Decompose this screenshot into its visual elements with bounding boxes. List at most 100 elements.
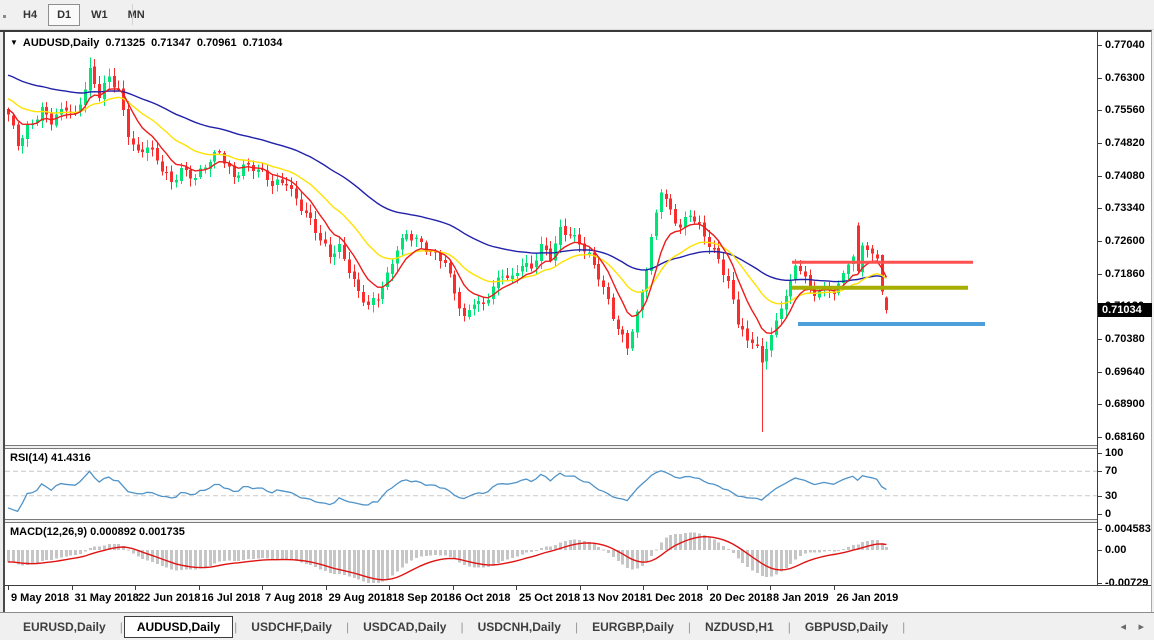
tab-separator: | [788, 620, 791, 634]
price-axis-label: 0.74820 [1105, 137, 1145, 149]
ohlc-close: 0.71034 [243, 37, 283, 49]
date-tick [326, 586, 327, 590]
date-label: 6 Oct 2018 [456, 592, 511, 604]
ohlc-low: 0.70961 [197, 37, 237, 49]
price-axis-label: 0.69640 [1105, 366, 1145, 378]
rsi-tick [1098, 471, 1102, 472]
current-price-badge: 0.71034 [1098, 303, 1152, 317]
price-axis-label: 0.70380 [1105, 333, 1145, 345]
price-axis-label: 0.75560 [1105, 104, 1145, 116]
price-tick [1098, 437, 1102, 438]
tab-separator: | [460, 620, 463, 634]
date-tick [516, 586, 517, 590]
price-tick [1098, 339, 1102, 340]
price-tick [1098, 372, 1102, 373]
date-tick [580, 586, 581, 590]
rsi-panel-canvas[interactable] [5, 449, 1097, 519]
chart-tab-eurusd[interactable]: EURUSD,Daily [10, 616, 119, 638]
macd-tick [1098, 550, 1102, 551]
price-axis-label: 0.73340 [1105, 202, 1145, 214]
toolbar-grip-dot [3, 15, 6, 18]
date-tick [262, 586, 263, 590]
rsi-tick [1098, 496, 1102, 497]
date-label: 18 Sep 2018 [392, 592, 455, 604]
ohlc-open: 0.71325 [105, 37, 145, 49]
symbol-dropdown-icon[interactable]: ▼ [10, 38, 18, 47]
date-tick [770, 586, 771, 590]
chart-tab-nzdusd[interactable]: NZDUSD,H1 [692, 616, 787, 638]
date-label: 20 Dec 2018 [710, 592, 773, 604]
tab-separator: | [902, 620, 905, 634]
tab-scroll-right-icon[interactable]: ▸ [1138, 620, 1144, 633]
timeframe-mn-button[interactable]: MN [119, 4, 154, 26]
price-tick [1098, 110, 1102, 111]
date-label: 31 May 2018 [75, 592, 139, 604]
rsi-axis-label: 70 [1105, 465, 1117, 477]
date-tick [389, 586, 390, 590]
rsi-tick [1098, 514, 1102, 515]
date-label: 7 Aug 2018 [265, 592, 323, 604]
rsi-axis-label: 0 [1105, 508, 1111, 520]
price-axis-label: 0.76300 [1105, 72, 1145, 84]
price-tick [1098, 176, 1102, 177]
chart-tab-usdcnh[interactable]: USDCNH,Daily [465, 616, 574, 638]
date-tick [834, 586, 835, 590]
top-toolbar: H4D1W1MN [0, 0, 1154, 30]
price-axis-label: 0.68160 [1105, 431, 1145, 443]
tab-scroll-left-icon[interactable]: ◂ [1120, 620, 1126, 633]
ohlc-high: 0.71347 [151, 37, 191, 49]
rsi-axis-label: 30 [1105, 490, 1117, 502]
date-label: 22 Jun 2018 [138, 592, 200, 604]
price-tick [1098, 404, 1102, 405]
price-tick [1098, 143, 1102, 144]
timeframe-d1-button[interactable]: D1 [48, 4, 80, 26]
timeframe-h4-button[interactable]: H4 [14, 4, 46, 26]
date-tick [643, 586, 644, 590]
macd-axis-label: 0.004583 [1105, 523, 1151, 535]
chart-tab-bar: EURUSD,Daily|AUDUSD,Daily|USDCHF,Daily|U… [0, 612, 1154, 640]
toolbar-separator [132, 4, 133, 25]
date-label: 8 Jan 2019 [773, 592, 829, 604]
price-tick [1098, 274, 1102, 275]
date-label: 25 Oct 2018 [519, 592, 580, 604]
chart-tab-usdchf[interactable]: USDCHF,Daily [238, 616, 345, 638]
macd-axis-label: -0.00729 [1105, 577, 1148, 589]
chart-tab-gbpusd[interactable]: GBPUSD,Daily [792, 616, 901, 638]
date-label: 29 Aug 2018 [329, 592, 393, 604]
date-label: 13 Nov 2018 [583, 592, 647, 604]
date-label: 1 Dec 2018 [646, 592, 703, 604]
date-label: 26 Jan 2019 [837, 592, 899, 604]
tab-separator: | [346, 620, 349, 634]
date-tick [199, 586, 200, 590]
price-tick [1098, 241, 1102, 242]
chart-tab-audusd[interactable]: AUDUSD,Daily [124, 616, 233, 638]
date-tick [135, 586, 136, 590]
price-axis-label: 0.71860 [1105, 268, 1145, 280]
date-tick [72, 586, 73, 590]
date-tick [707, 586, 708, 590]
macd-axis-label: 0.00 [1105, 544, 1126, 556]
rsi-tick [1098, 453, 1102, 454]
date-tick [453, 586, 454, 590]
tab-separator: | [234, 620, 237, 634]
chart-tab-list: EURUSD,Daily|AUDUSD,Daily|USDCHF,Daily|U… [10, 613, 906, 640]
price-chart-canvas[interactable] [5, 32, 1097, 445]
price-axis[interactable]: 0.770400.763000.755600.748200.740800.733… [1097, 32, 1151, 585]
date-tick [8, 586, 9, 590]
price-tick [1098, 45, 1102, 46]
timeframe-button-group: H4D1W1MN [14, 3, 156, 27]
rsi-axis-label: 100 [1105, 447, 1123, 459]
timeframe-w1-button[interactable]: W1 [82, 4, 117, 26]
date-label: 9 May 2018 [11, 592, 69, 604]
price-axis-label: 0.74080 [1105, 170, 1145, 182]
chart-tab-usdcad[interactable]: USDCAD,Daily [350, 616, 459, 638]
chart-window: ▼ AUDUSD,Daily 0.71325 0.71347 0.70961 0.7103… [0, 30, 1152, 612]
price-tick [1098, 78, 1102, 79]
tab-separator: | [120, 620, 123, 634]
price-axis-label: 0.68900 [1105, 398, 1145, 410]
macd-tick [1098, 529, 1102, 530]
chart-tab-eurgbp[interactable]: EURGBP,Daily [579, 616, 687, 638]
date-axis[interactable]: 9 May 201831 May 201822 Jun 201816 Jul 2… [5, 586, 1097, 614]
symbol-label: AUDUSD,Daily [23, 37, 99, 49]
rsi-indicator-label: RSI(14) 41.4316 [10, 452, 91, 464]
